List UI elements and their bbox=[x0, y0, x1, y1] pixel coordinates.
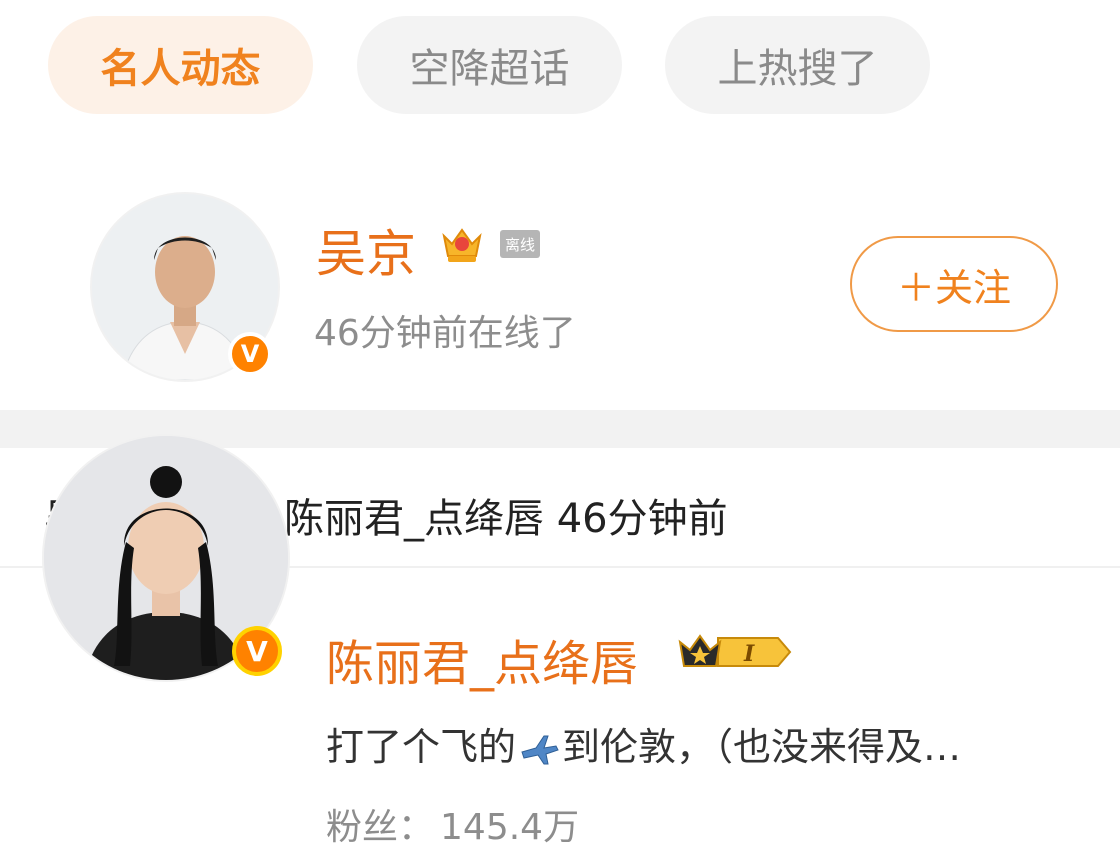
airplane-emoji-icon bbox=[521, 735, 559, 764]
user-bio: 打了个飞的 到伦敦，（也没来得及… bbox=[326, 716, 961, 771]
follow-button[interactable]: ＋关注 bbox=[850, 236, 1058, 332]
tab-celebrity-news[interactable]: 名人动态 bbox=[48, 16, 313, 114]
user-name[interactable]: 陈丽君_点绛唇 bbox=[326, 624, 638, 694]
verified-v-icon: V bbox=[232, 626, 282, 676]
bio-text-start: 打了个飞的 bbox=[326, 725, 517, 769]
level-text: I bbox=[743, 641, 755, 667]
user-card-1[interactable]: V 吴京 离线 46分钟前在线了 ＋关注 bbox=[0, 170, 1120, 410]
fans-value: 145.4万 bbox=[440, 807, 580, 848]
bio-text-end: 到伦敦，（也没来得及… bbox=[562, 725, 962, 769]
crown-vip-icon bbox=[442, 228, 482, 262]
status-badge: 离线 bbox=[500, 230, 540, 258]
crown-level-badge-icon: I bbox=[678, 634, 792, 667]
online-status: 46分钟前在线了 bbox=[314, 313, 576, 354]
fans-count: 粉丝： 145.4万 bbox=[326, 798, 579, 850]
tab-trending[interactable]: 上热搜了 bbox=[665, 16, 930, 114]
tab-super-topic[interactable]: 空降超话 bbox=[357, 16, 622, 114]
verified-v-icon: V bbox=[228, 332, 272, 376]
user-name[interactable]: 吴京 bbox=[316, 214, 416, 286]
fans-label: 粉丝： bbox=[326, 807, 435, 848]
